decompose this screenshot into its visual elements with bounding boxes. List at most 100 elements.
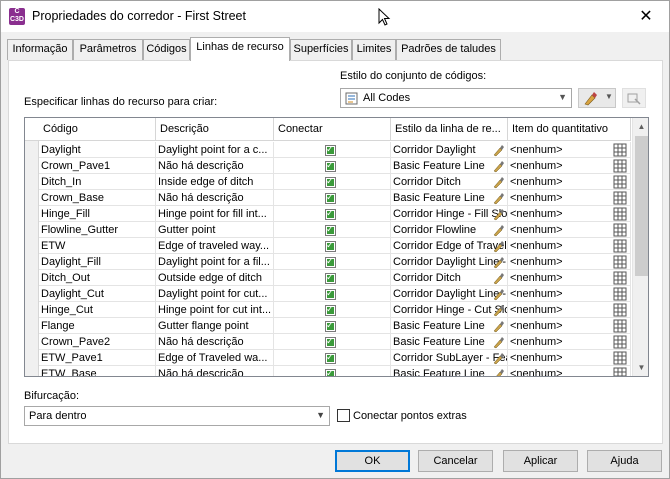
bifurcation-select[interactable]: Para dentro ▼ (24, 406, 330, 426)
style-brush-icon[interactable] (492, 255, 506, 269)
code-cell[interactable]: Ditch_Out (39, 270, 156, 286)
connect-cell[interactable]: ✓ (274, 238, 391, 254)
grid-vertical-scrollbar[interactable]: ▲ ▼ (632, 118, 648, 376)
style-brush-icon[interactable] (492, 287, 506, 301)
column-header-codigo[interactable]: Código (39, 118, 156, 141)
connect-cell[interactable]: ✓ (274, 270, 391, 286)
style-brush-icon[interactable] (492, 143, 506, 157)
ok-button[interactable]: OK (335, 450, 410, 472)
qty-cell[interactable]: <nenhum> (508, 206, 631, 222)
connect-cell[interactable]: ✓ (274, 190, 391, 206)
style-brush-icon[interactable] (492, 175, 506, 189)
connect-cell[interactable]: ✓ (274, 142, 391, 158)
pick-from-drawing-button[interactable] (622, 88, 646, 108)
style-brush-icon[interactable] (492, 303, 506, 317)
tab-limites[interactable]: Limites (352, 39, 396, 60)
qty-cell[interactable]: <nenhum> (508, 318, 631, 334)
style-cell[interactable]: Corridor Edge of Travel (391, 238, 508, 254)
code-cell[interactable]: ETW_Pave1 (39, 350, 156, 366)
code-cell[interactable]: Daylight_Fill (39, 254, 156, 270)
code-cell[interactable]: Flange (39, 318, 156, 334)
code-cell[interactable]: Hinge_Cut (39, 302, 156, 318)
tab-parametros[interactable]: Parâmetros (73, 39, 143, 60)
help-button[interactable]: Ajuda (587, 450, 662, 472)
style-brush-icon[interactable] (492, 207, 506, 221)
table-row[interactable]: Ditch_In Inside edge of ditch ✓ Corridor Di… (25, 174, 631, 190)
desc-cell[interactable]: Hinge point for cut int... (156, 302, 274, 318)
connect-cell[interactable]: ✓ (274, 158, 391, 174)
code-cell[interactable]: Flowline_Gutter (39, 222, 156, 238)
desc-cell[interactable]: Hinge point for fill int... (156, 206, 274, 222)
desc-cell[interactable]: Daylight point for cut... (156, 286, 274, 302)
style-brush-icon[interactable] (492, 319, 506, 333)
qty-cell[interactable]: <nenhum> (508, 334, 631, 350)
connect-cell[interactable]: ✓ (274, 366, 391, 376)
qty-cell[interactable]: <nenhum> (508, 190, 631, 206)
qty-cell[interactable]: <nenhum> (508, 254, 631, 270)
code-cell[interactable]: ETW_Base (39, 366, 156, 376)
style-cell[interactable]: Basic Feature Line (391, 158, 508, 174)
tab-linhas-de-recurso[interactable]: Linhas de recurso (190, 37, 290, 61)
style-cell[interactable]: Corridor Daylight (391, 142, 508, 158)
table-row[interactable]: Hinge_Fill Hinge point for fill int... ✓ Co… (25, 206, 631, 222)
desc-cell[interactable]: Não há descrição (156, 334, 274, 350)
style-cell[interactable]: Corridor Daylight Line - C (391, 286, 508, 302)
connect-cell[interactable]: ✓ (274, 222, 391, 238)
style-cell[interactable]: Basic Feature Line (391, 190, 508, 206)
column-header-conectar[interactable]: Conectar (274, 118, 391, 141)
pay-item-list-icon[interactable] (613, 175, 628, 189)
pay-item-list-icon[interactable] (613, 303, 628, 317)
qty-cell[interactable]: <nenhum> (508, 350, 631, 366)
desc-cell[interactable]: Não há descrição (156, 366, 274, 376)
qty-cell[interactable]: <nenhum> (508, 286, 631, 302)
connect-cell[interactable]: ✓ (274, 318, 391, 334)
tab-superficies[interactable]: Superfícies (290, 39, 352, 60)
style-cell[interactable]: Basic Feature Line (391, 334, 508, 350)
pay-item-list-icon[interactable] (613, 335, 628, 349)
desc-cell[interactable]: Outside edge of ditch (156, 270, 274, 286)
scroll-thumb[interactable] (635, 136, 648, 276)
table-row[interactable]: Hinge_Cut Hinge point for cut int... ✓ Corr… (25, 302, 631, 318)
connect-cell[interactable]: ✓ (274, 350, 391, 366)
table-row[interactable]: Ditch_Out Outside edge of ditch ✓ Corridor … (25, 270, 631, 286)
style-cell[interactable]: Corridor Ditch (391, 270, 508, 286)
qty-cell[interactable]: <nenhum> (508, 270, 631, 286)
connect-cell[interactable]: ✓ (274, 254, 391, 270)
pay-item-list-icon[interactable] (613, 159, 628, 173)
connect-cell[interactable]: ✓ (274, 302, 391, 318)
style-brush-icon[interactable] (492, 351, 506, 365)
tab-informacao[interactable]: Informação (7, 39, 73, 60)
code-set-style-select[interactable]: All Codes ▼ (340, 88, 572, 108)
code-cell[interactable]: Crown_Pave1 (39, 158, 156, 174)
style-cell[interactable]: Corridor Ditch (391, 174, 508, 190)
table-row[interactable]: Daylight Daylight point for a c... ✓ Corrid… (25, 142, 631, 158)
table-row[interactable]: Daylight_Fill Daylight point for a fil...… (25, 254, 631, 270)
table-row[interactable]: Crown_Base Não há descrição ✓ Basic Feature… (25, 190, 631, 206)
edit-style-button[interactable]: ▼ (578, 88, 616, 108)
qty-cell[interactable]: <nenhum> (508, 366, 631, 376)
qty-cell[interactable]: <nenhum> (508, 174, 631, 190)
code-cell[interactable]: Hinge_Fill (39, 206, 156, 222)
style-brush-icon[interactable] (492, 239, 506, 253)
scroll-up-arrow-icon[interactable]: ▲ (633, 118, 648, 135)
code-cell[interactable]: Crown_Pave2 (39, 334, 156, 350)
code-cell[interactable]: Ditch_In (39, 174, 156, 190)
tab-codigos[interactable]: Códigos (143, 39, 190, 60)
code-cell[interactable]: ETW (39, 238, 156, 254)
connect-cell[interactable]: ✓ (274, 286, 391, 302)
table-row[interactable]: Crown_Pave2 Não há descrição ✓ Basic Featur… (25, 334, 631, 350)
table-row[interactable]: Crown_Pave1 Não há descrição ✓ Basic Featur… (25, 158, 631, 174)
table-row[interactable]: Daylight_Cut Daylight point for cut... ✓ Co… (25, 286, 631, 302)
style-brush-icon[interactable] (492, 191, 506, 205)
code-cell[interactable]: Daylight_Cut (39, 286, 156, 302)
pay-item-list-icon[interactable] (613, 367, 628, 376)
table-row[interactable]: ETW_Base Não há descrição ✓ Basic Feature L… (25, 366, 631, 376)
pay-item-list-icon[interactable] (613, 239, 628, 253)
style-brush-icon[interactable] (492, 159, 506, 173)
table-row[interactable]: ETW_Pave1 Edge of Traveled wa... ✓ Corridor… (25, 350, 631, 366)
pay-item-list-icon[interactable] (613, 191, 628, 205)
column-header-item-quantitativo[interactable]: Item do quantitativo (508, 118, 631, 141)
pay-item-list-icon[interactable] (613, 287, 628, 301)
style-cell[interactable]: Corridor SubLayer - Fea (391, 350, 508, 366)
pay-item-list-icon[interactable] (613, 319, 628, 333)
